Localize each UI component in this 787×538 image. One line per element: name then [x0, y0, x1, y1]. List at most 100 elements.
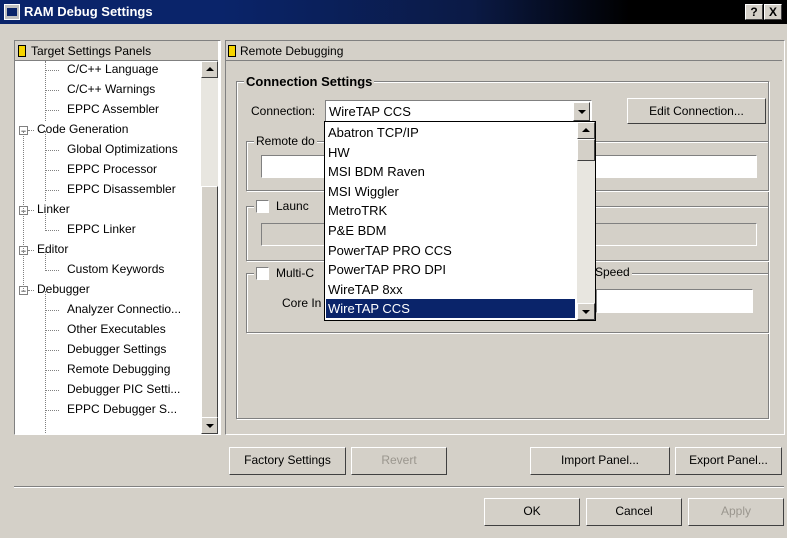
dropdown-option[interactable]: P&E BDM	[326, 221, 575, 240]
tree-connector	[45, 131, 46, 201]
dropdown-option[interactable]: PowerTAP PRO DPI	[326, 260, 575, 279]
tree-item[interactable]: Custom Keywords	[67, 262, 164, 276]
apply-button[interactable]: Apply	[688, 498, 784, 526]
tree-connector	[45, 370, 59, 371]
tree-item[interactable]: Global Optimizations	[67, 142, 178, 156]
tree-connector	[23, 131, 24, 291]
tree-item[interactable]: Editor	[37, 242, 68, 256]
tree-connector	[45, 70, 59, 71]
dropdown-option[interactable]: PowerTAP PRO CCS	[326, 241, 575, 260]
tree-item[interactable]: C/C++ Language	[67, 62, 158, 76]
arrow-down-icon	[582, 310, 590, 314]
factory-settings-button[interactable]: Factory Settings	[229, 447, 346, 475]
tree-connector	[45, 170, 59, 171]
tree-item[interactable]: C/C++ Warnings	[67, 82, 155, 96]
tree-connector	[45, 190, 59, 191]
tree-scroll-up-button[interactable]	[201, 61, 218, 78]
tree-item[interactable]: EPPC Processor	[67, 162, 157, 176]
ok-button[interactable]: OK	[484, 498, 580, 526]
panel-icon	[228, 45, 236, 57]
dropdown-scroll-thumb[interactable]	[577, 139, 595, 161]
tree-scroll-down-button[interactable]	[201, 417, 218, 434]
tree-item[interactable]: Analyzer Connectio...	[67, 302, 181, 316]
dropdown-option[interactable]: MSI Wiggler	[326, 182, 575, 201]
connection-dropdown-list[interactable]: Abatron TCP/IP HW MSI BDM Raven MSI Wiggler…	[324, 121, 596, 321]
title-bar[interactable]: RAM Debug Settings ? X	[0, 0, 787, 24]
chevron-down-icon	[578, 110, 586, 114]
tree-connector	[45, 310, 59, 311]
tree-item[interactable]: EPPC Disassembler	[67, 182, 176, 196]
settings-tree[interactable]: Target Settings Panels C/C++ Language C/C…	[14, 40, 221, 435]
arrow-up-icon	[582, 128, 590, 132]
dropdown-option[interactable]: WireTAP CCS	[326, 299, 575, 319]
tree-connector	[45, 291, 46, 434]
dropdown-option[interactable]: MetroTRK	[326, 201, 575, 220]
tree-connector	[28, 290, 34, 291]
tree-connector	[45, 390, 59, 391]
tree-item[interactable]: EPPC Debugger S...	[67, 402, 177, 416]
dropdown-option[interactable]: MSI BDM Raven	[326, 162, 575, 181]
tree-connector	[28, 250, 34, 251]
launch-label: Launc	[276, 199, 309, 213]
close-button[interactable]: X	[764, 4, 782, 20]
tree-item[interactable]: Linker	[37, 202, 70, 216]
import-panel-button[interactable]: Import Panel...	[530, 447, 670, 475]
tree-item[interactable]: Other Executables	[67, 322, 166, 336]
dropdown-scrollbar[interactable]	[577, 122, 595, 320]
tree-header-label: Target Settings Panels	[31, 44, 152, 58]
dropdown-option[interactable]: WireTAP 8xx	[326, 280, 575, 299]
tree-item[interactable]: Code Generation	[37, 122, 128, 136]
connection-dropdown-button[interactable]	[573, 102, 590, 121]
tree-list[interactable]: C/C++ Language C/C++ Warnings EPPC Assembl…	[15, 61, 201, 434]
connection-select-value: WireTAP CCS	[329, 104, 411, 119]
tree-connector	[45, 150, 59, 151]
tree-connector	[45, 211, 46, 231]
dropdown-option[interactable]: HW	[326, 143, 575, 162]
help-button[interactable]: ?	[745, 4, 763, 20]
connection-label: Connection:	[251, 104, 316, 118]
tree-connector	[28, 130, 34, 131]
tree-scroll-thumb[interactable]	[201, 186, 218, 421]
dropdown-scroll-down-button[interactable]	[577, 303, 595, 320]
panel-header: Remote Debugging	[226, 41, 782, 61]
tree-connector	[45, 410, 59, 411]
revert-button[interactable]: Revert	[351, 447, 447, 475]
tree-header: Target Settings Panels	[15, 41, 218, 61]
remote-download-legend: Remote do	[254, 134, 317, 148]
dropdown-scroll-up-button[interactable]	[577, 122, 595, 139]
export-panel-button[interactable]: Export Panel...	[675, 447, 782, 475]
window-title: RAM Debug Settings	[24, 4, 153, 19]
multicore-label: Multi-C	[276, 266, 314, 280]
tree-item[interactable]: Debugger PIC Setti...	[67, 382, 180, 396]
tree-scrollbar[interactable]	[201, 61, 218, 434]
tree-connector	[45, 350, 59, 351]
connection-settings-legend: Connection Settings	[244, 74, 375, 89]
dropdown-options[interactable]: Abatron TCP/IP HW MSI BDM Raven MSI Wiggler…	[325, 122, 577, 320]
panel-icon	[18, 45, 26, 57]
tree-connector	[45, 330, 59, 331]
speed-field[interactable]	[596, 289, 753, 313]
tree-connector	[45, 90, 59, 91]
tree-item[interactable]: Debugger Settings	[67, 342, 166, 356]
tree-item[interactable]: EPPC Linker	[67, 222, 136, 236]
arrow-down-icon	[206, 424, 214, 428]
tree-connector	[28, 210, 34, 211]
tree-connector	[45, 230, 59, 231]
connection-select[interactable]: WireTAP CCS	[325, 100, 592, 123]
tree-connector	[45, 251, 46, 271]
edit-connection-button[interactable]: Edit Connection...	[627, 98, 766, 124]
launch-checkbox[interactable]	[256, 200, 269, 213]
panel-title: Remote Debugging	[240, 44, 344, 58]
tree-connector	[45, 110, 59, 111]
multicore-checkbox[interactable]	[256, 267, 269, 280]
tree-item[interactable]: Remote Debugging	[67, 362, 170, 376]
dropdown-option[interactable]: Abatron TCP/IP	[326, 123, 575, 142]
speed-legend: Speed	[593, 265, 632, 279]
launch-legend: Launc	[254, 197, 324, 215]
tree-item[interactable]: EPPC Assembler	[67, 102, 159, 116]
tree-connector	[45, 270, 59, 271]
arrow-up-icon	[206, 67, 214, 71]
cancel-button[interactable]: Cancel	[586, 498, 682, 526]
separator	[14, 486, 784, 488]
core-label: Core In	[282, 296, 322, 310]
